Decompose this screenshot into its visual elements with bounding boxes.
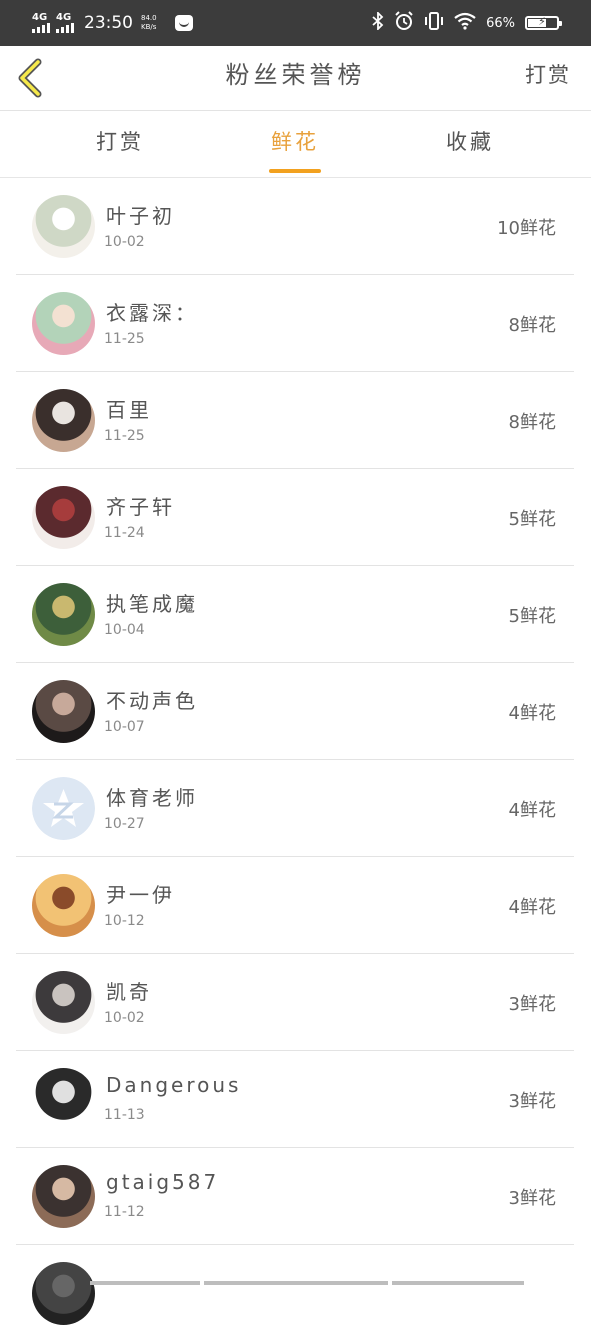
fan-date: 10-04	[104, 622, 145, 638]
flower-count: 8鲜花	[508, 412, 556, 433]
wifi-icon	[454, 12, 476, 34]
avatar	[32, 971, 95, 1034]
network-speed-value: 84.0	[141, 14, 157, 22]
vibrate-icon	[424, 12, 444, 34]
battery-percent: 66%	[486, 15, 515, 31]
loading-bar-segment	[204, 1281, 388, 1285]
list-item[interactable]: 百里 11-25 8鲜花	[16, 372, 574, 469]
fan-date: 10-12	[104, 913, 145, 929]
avatar	[32, 486, 95, 549]
tab-bar: 打赏 鲜花 收藏	[0, 111, 591, 178]
fan-name: 凯奇	[106, 980, 152, 1004]
list-item[interactable]: 凯奇 10-02 3鲜花	[16, 954, 574, 1051]
list-item[interactable]: Dangerous 11-13 3鲜花	[16, 1051, 574, 1148]
fan-name: 不动声色	[106, 689, 198, 713]
avatar	[32, 389, 95, 452]
signal-bars-icon	[32, 23, 50, 33]
list-item[interactable]: 体育老师 10-27 4鲜花	[16, 760, 574, 857]
page-title: 粉丝荣誉榜	[225, 61, 366, 89]
flower-count: 3鲜花	[508, 1188, 556, 1209]
list-item[interactable]: 叶子初 10-02 10鲜花	[16, 178, 574, 275]
tab-flowers[interactable]: 鲜花	[220, 111, 370, 177]
fan-date: 10-27	[104, 816, 145, 832]
loading-bar-segment	[90, 1281, 200, 1285]
fan-name: gtaig587	[106, 1170, 220, 1194]
list-item[interactable]: gtaig587 11-12 3鲜花	[16, 1148, 574, 1245]
list-item[interactable]: 齐子轩 11-24 5鲜花	[16, 469, 574, 566]
cell-signal-1: 4G	[32, 13, 50, 33]
fan-date: 10-02	[104, 234, 145, 250]
fan-name: 衣露深：	[106, 301, 198, 325]
cell-signal-2: 4G	[56, 13, 74, 33]
fan-name: 尹一伊	[106, 883, 175, 907]
flower-count: 3鲜花	[508, 994, 556, 1015]
flower-count: 5鲜花	[508, 509, 556, 530]
list-item[interactable]: 尹一伊 10-12 4鲜花	[16, 857, 574, 954]
tab-reward[interactable]: 打赏	[45, 111, 195, 177]
fan-date: 11-24	[104, 525, 145, 541]
fan-name: Dangerous	[106, 1073, 242, 1097]
app-header: 粉丝荣誉榜 打赏	[0, 46, 591, 111]
status-bar: 4G 4G 23:50 84.0 KB/s 66% ⚡	[0, 0, 591, 46]
avatar	[32, 292, 95, 355]
qzone-star-icon	[32, 777, 95, 840]
battery-icon: ⚡	[525, 15, 562, 30]
flower-count: 3鲜花	[508, 1091, 556, 1112]
tab-favorites[interactable]: 收藏	[395, 111, 545, 177]
active-tab-indicator	[269, 169, 321, 173]
fan-date: 11-13	[104, 1107, 145, 1123]
notification-app-icon	[174, 15, 193, 31]
list-item[interactable]: 执笔成魔 10-04 5鲜花	[16, 566, 574, 663]
avatar	[32, 1165, 95, 1228]
fan-date: 10-02	[104, 1010, 145, 1026]
flower-count: 5鲜花	[508, 606, 556, 627]
avatar	[32, 874, 95, 937]
flower-count: 8鲜花	[508, 315, 556, 336]
avatar	[32, 1262, 95, 1325]
avatar	[32, 583, 95, 646]
network-speed: 84.0 KB/s	[141, 14, 157, 32]
fan-date: 11-12	[104, 1204, 145, 1220]
avatar	[32, 680, 95, 743]
fan-name: 百里	[106, 398, 152, 422]
avatar	[32, 195, 95, 258]
list-item[interactable]	[16, 1245, 574, 1325]
avatar	[32, 1068, 95, 1131]
reward-button[interactable]: 打赏	[525, 46, 571, 110]
alarm-icon	[394, 11, 414, 35]
fan-ranking-list: 叶子初 10-02 10鲜花 衣露深： 11-25 8鲜花 百里 11-25 8…	[16, 178, 574, 1325]
tab-flowers-label: 鲜花	[271, 130, 319, 154]
bluetooth-icon	[372, 10, 384, 34]
charging-icon: ⚡	[538, 15, 546, 28]
signal-1-label: 4G	[32, 12, 48, 23]
loading-bar-segment	[392, 1281, 524, 1285]
signal-2-label: 4G	[56, 12, 72, 23]
list-item[interactable]: 衣露深： 11-25 8鲜花	[16, 275, 574, 372]
flower-count: 4鲜花	[508, 897, 556, 918]
tab-reward-label: 打赏	[96, 130, 144, 154]
clock: 23:50	[84, 13, 133, 33]
network-speed-unit: KB/s	[141, 23, 157, 31]
fan-name: 执笔成魔	[106, 592, 198, 616]
fan-date: 11-25	[104, 428, 145, 444]
fan-name: 体育老师	[106, 786, 198, 810]
avatar	[32, 777, 95, 840]
fan-date: 11-25	[104, 331, 145, 347]
flower-count: 4鲜花	[508, 800, 556, 821]
list-item[interactable]: 不动声色 10-07 4鲜花	[16, 663, 574, 760]
fan-name: 叶子初	[106, 204, 175, 228]
flower-count: 10鲜花	[497, 218, 556, 239]
tab-favorites-label: 收藏	[446, 130, 494, 154]
signal-bars-icon	[56, 23, 74, 33]
fan-name: 齐子轩	[106, 495, 175, 519]
flower-count: 4鲜花	[508, 703, 556, 724]
fan-date: 10-07	[104, 719, 145, 735]
